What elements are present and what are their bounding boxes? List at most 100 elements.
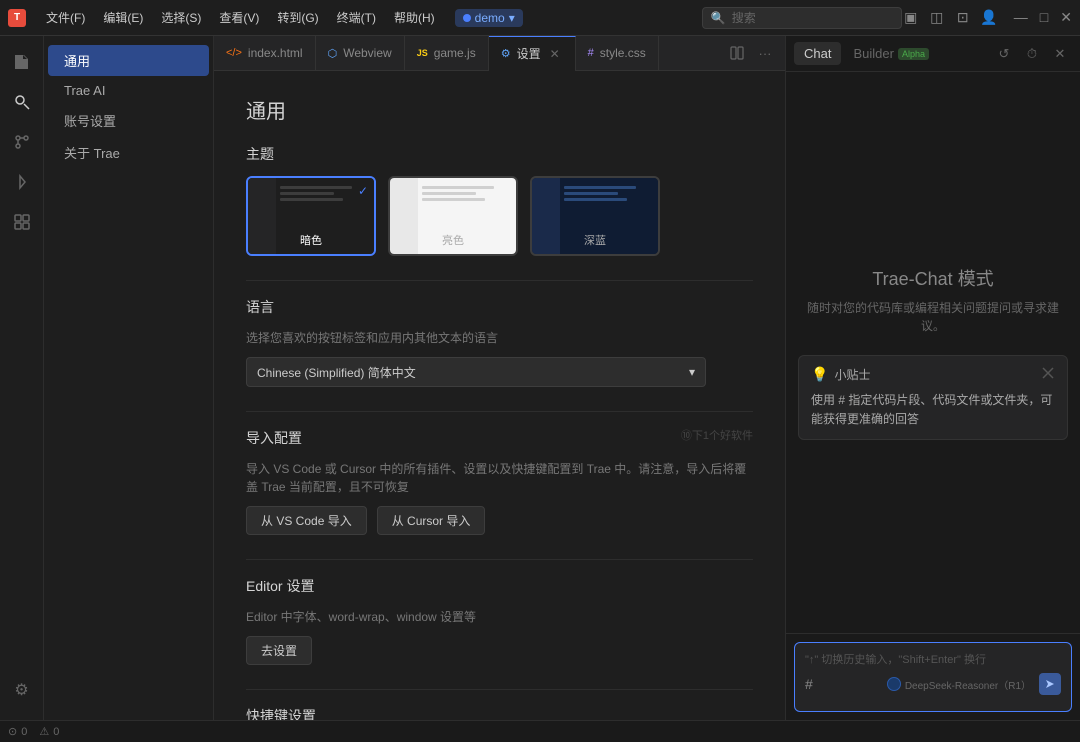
editor-settings-button[interactable]: 去设置 [246, 636, 312, 665]
deepseek-label: DeepSeek-Reasoner（R1） [905, 677, 1031, 692]
sidebar-item-trae-ai-label: Trae AI [64, 83, 105, 98]
theme-line [564, 198, 627, 201]
chat-header: Chat Builder Alpha ↺ ⏱ ✕ [786, 36, 1080, 72]
editor-settings-label: Editor 设置 [246, 576, 753, 596]
tab-index-html[interactable]: </> index.html [214, 36, 316, 71]
menu-terminal[interactable]: 终端(T) [329, 7, 384, 28]
menu-select[interactable]: 选择(S) [153, 7, 209, 28]
theme-card-deepblue[interactable]: 深蓝 [530, 176, 660, 256]
close-button[interactable]: ✕ [1060, 9, 1072, 26]
search-placeholder: 搜索 [732, 9, 756, 26]
theme-line [564, 186, 636, 189]
chat-input-actions: DeepSeek-Reasoner（R1） [887, 673, 1061, 695]
tip-text: 使用 # 指定代码片段、代码文件或文件夹，可能获得更准确的回答 [811, 391, 1055, 429]
chat-input-hint: "↑" 切换历史输入，"Shift+Enter" 换行 [805, 651, 1061, 667]
import-section: 导入配置 ⑩下1个好软件 导入 VS Code 或 Cursor 中的所有插件、… [246, 428, 753, 535]
chat-tab-chat[interactable]: Chat [794, 42, 841, 65]
warning-count: 0 [53, 726, 59, 738]
tab-game-js-label: game.js [434, 46, 476, 60]
split-editor-button[interactable] [725, 41, 749, 65]
tab-settings-close[interactable]: ✕ [547, 46, 563, 62]
user-icon[interactable]: 👤 [980, 9, 998, 27]
tab-game-js-icon: JS [417, 48, 428, 58]
theme-card-dark-lines [280, 186, 370, 204]
layout-toggle-1[interactable]: ▣ [902, 9, 920, 27]
import-description: 导入 VS Code 或 Cursor 中的所有插件、设置以及快捷键配置到 Tr… [246, 460, 753, 496]
activity-search[interactable] [4, 84, 40, 120]
sidebar-item-general[interactable]: 通用 [48, 45, 209, 76]
activity-debug[interactable] [4, 164, 40, 200]
error-count: 0 [21, 726, 27, 738]
theme-line [422, 186, 494, 189]
activity-files[interactable] [4, 44, 40, 80]
language-label: 语言 [246, 297, 753, 317]
tab-style-css-icon: # [588, 47, 594, 59]
import-vscode-button[interactable]: 从 VS Code 导入 [246, 506, 367, 535]
chat-refresh-button[interactable]: ↺ [992, 42, 1016, 66]
tip-card-header: 💡 小贴士 [811, 366, 1055, 383]
theme-card-dark[interactable]: ✓ 暗色 [246, 176, 376, 256]
title-bar-left: T 文件(F) 编辑(E) 选择(S) 查看(V) 转到(G) 终端(T) 帮助… [8, 7, 702, 28]
chat-history-button[interactable]: ⏱ [1020, 42, 1044, 66]
status-warning-item[interactable]: ⚠ 0 [39, 725, 59, 738]
deepseek-badge[interactable]: DeepSeek-Reasoner（R1） [887, 677, 1031, 692]
theme-line [280, 192, 334, 195]
theme-card-light-lines [422, 186, 512, 204]
chat-mode-desc: 随时对您的代码库或编程相关问题提问或寻求建议。 [798, 299, 1068, 335]
tab-settings[interactable]: ⚙ 设置 ✕ [489, 36, 576, 71]
tab-game-js[interactable]: JS game.js [405, 36, 489, 71]
deepseek-icon [887, 677, 901, 691]
activity-git[interactable] [4, 124, 40, 160]
menu-view[interactable]: 查看(V) [211, 7, 267, 28]
demo-dot [463, 14, 471, 22]
maximize-button[interactable]: □ [1040, 9, 1048, 26]
minimize-button[interactable]: — [1014, 9, 1028, 26]
chat-close-button[interactable]: ✕ [1048, 42, 1072, 66]
menu-edit[interactable]: 编辑(E) [95, 7, 151, 28]
tab-webview[interactable]: ⬡ Webview [316, 36, 405, 71]
tip-card: 💡 小贴士 使用 # 指定代码片段、代码文件或文件夹，可能获得更准确的回答 [798, 355, 1068, 440]
more-tabs-button[interactable]: ··· [753, 41, 777, 65]
tab-style-css-label: style.css [600, 46, 646, 60]
import-buttons: 从 VS Code 导入 从 Cursor 导入 [246, 506, 753, 535]
tip-close-button[interactable] [1041, 366, 1055, 383]
main-container: ⚙ 通用 Trae AI 账号设置 关于 Trae </> index.html… [0, 36, 1080, 720]
chat-input-box[interactable]: "↑" 切换历史输入，"Shift+Enter" 换行 # DeepSeek-R… [794, 642, 1072, 712]
send-button[interactable] [1039, 673, 1061, 695]
sidebar-item-account[interactable]: 账号设置 [48, 105, 209, 136]
sidebar: 通用 Trae AI 账号设置 关于 Trae [44, 36, 214, 720]
title-bar: T 文件(F) 编辑(E) 选择(S) 查看(V) 转到(G) 终端(T) 帮助… [0, 0, 1080, 36]
demo-badge[interactable]: demo ▾ [455, 9, 523, 27]
menu-goto[interactable]: 转到(G) [269, 7, 326, 28]
search-bar[interactable]: 🔍 搜索 [702, 7, 902, 29]
activity-settings[interactable]: ⚙ [4, 672, 40, 708]
app-logo: T [8, 9, 26, 27]
chat-tab-builder[interactable]: Builder Alpha [845, 42, 937, 65]
theme-card-light[interactable]: 亮色 [388, 176, 518, 256]
tab-webview-icon: ⬡ [328, 47, 338, 60]
import-cursor-button[interactable]: 从 Cursor 导入 [377, 506, 486, 535]
activity-extensions[interactable] [4, 204, 40, 240]
settings-section-title: 通用 [246, 95, 753, 124]
window-controls: — □ ✕ [1014, 9, 1072, 26]
layout-toggle-3[interactable]: ⊡ [954, 9, 972, 27]
theme-line [564, 192, 618, 195]
sidebar-item-trae-ai[interactable]: Trae AI [48, 77, 209, 104]
status-error-item[interactable]: ⊙ 0 [8, 725, 27, 738]
tab-style-css[interactable]: # style.css [576, 36, 659, 71]
theme-card-deepblue-lines [564, 186, 654, 204]
language-dropdown[interactable]: Chinese (Simplified) 简体中文 ▾ [246, 357, 706, 387]
chat-input-area: "↑" 切换历史输入，"Shift+Enter" 换行 # DeepSeek-R… [786, 633, 1080, 720]
menu-help[interactable]: 帮助(H) [386, 7, 443, 28]
menu-items: 文件(F) 编辑(E) 选择(S) 查看(V) 转到(G) 终端(T) 帮助(H… [38, 7, 443, 28]
layout-toggle-2[interactable]: ◫ [928, 9, 946, 27]
theme-card-deepblue-label: 深蓝 [532, 232, 658, 248]
sidebar-item-about[interactable]: 关于 Trae [48, 137, 209, 168]
tab-bar-actions: ··· [725, 41, 785, 65]
error-icon: ⊙ [8, 725, 17, 738]
chat-body: Trae-Chat 模式 随时对您的代码库或编程相关问题提问或寻求建议。 💡 小… [786, 72, 1080, 633]
theme-label: 主题 [246, 144, 753, 164]
divider-1 [246, 280, 753, 281]
menu-file[interactable]: 文件(F) [38, 7, 93, 28]
language-description: 选择您喜欢的按钮标签和应用内其他文本的语言 [246, 329, 753, 347]
